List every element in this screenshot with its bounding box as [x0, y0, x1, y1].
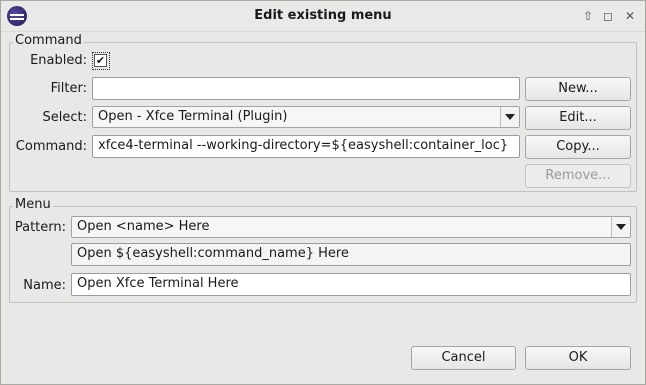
chevron-down-icon[interactable] — [611, 217, 630, 237]
new-button[interactable]: New... — [525, 77, 631, 101]
name-label: Name: — [23, 278, 66, 293]
filter-input[interactable] — [92, 77, 520, 100]
pattern-dropdown[interactable]: Open <name> Here — [71, 216, 631, 238]
window-up-icon[interactable]: ⇧ — [581, 9, 595, 23]
name-input[interactable]: Open Xfce Terminal Here — [71, 273, 631, 296]
filter-label: Filter: — [50, 81, 87, 96]
menu-group-label: Menu — [13, 197, 53, 212]
title-bar[interactable]: Edit existing menu ⇧ ◻ ✕ — [1, 1, 645, 32]
command-group-label: Command — [13, 33, 84, 48]
pattern-expansion-field: Open ${easyshell:command_name} Here — [71, 243, 631, 266]
enabled-label: Enabled: — [30, 53, 87, 68]
dialog-title: Edit existing menu — [254, 8, 392, 23]
command-label: Command: — [15, 139, 87, 154]
enabled-checkbox[interactable]: ✔ — [94, 54, 107, 67]
pattern-value: Open <name> Here — [77, 219, 210, 234]
cancel-button[interactable]: Cancel — [411, 346, 516, 370]
edit-button[interactable]: Edit... — [525, 106, 631, 130]
command-input[interactable]: xfce4-terminal --working-directory=${eas… — [92, 135, 520, 158]
close-icon[interactable]: ✕ — [623, 9, 637, 23]
remove-button[interactable]: Remove... — [525, 164, 631, 188]
edit-menu-dialog: Edit existing menu ⇧ ◻ ✕ Command Enabled… — [0, 0, 646, 385]
select-value: Open - Xfce Terminal (Plugin) — [98, 109, 288, 124]
chevron-down-icon[interactable] — [500, 107, 519, 127]
copy-button[interactable]: Copy... — [525, 135, 631, 159]
ok-button[interactable]: OK — [525, 346, 631, 370]
select-dropdown[interactable]: Open - Xfce Terminal (Plugin) — [92, 106, 520, 128]
maximize-icon[interactable]: ◻ — [601, 9, 615, 23]
select-label: Select: — [42, 110, 87, 125]
pattern-label: Pattern: — [14, 220, 66, 235]
